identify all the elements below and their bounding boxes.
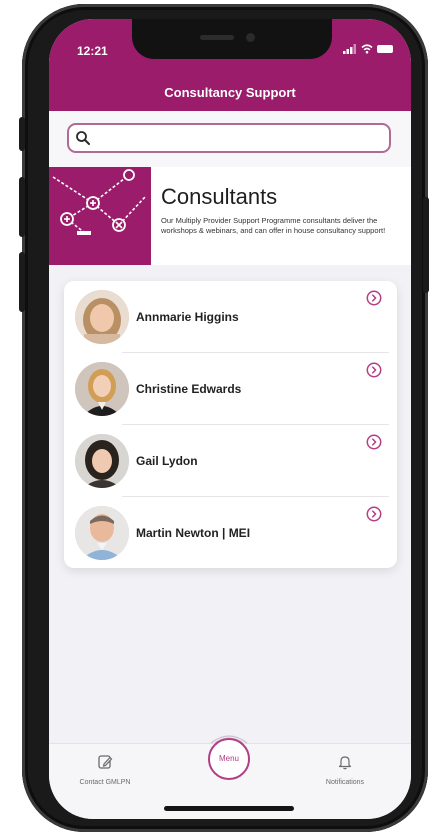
- notch-speaker: [200, 35, 234, 40]
- avatar: [75, 434, 129, 488]
- banner-description: Our Multiply Provider Support Programme …: [161, 216, 386, 235]
- avatar: [75, 362, 129, 416]
- status-time: 12:21: [77, 44, 108, 58]
- network-illustration: [52, 169, 146, 235]
- consultants-banner: Consultants Our Multiply Provider Suppor…: [49, 167, 411, 265]
- bell-icon: [338, 756, 352, 770]
- phone-volume-down: [19, 252, 25, 312]
- avatar: [75, 290, 129, 344]
- consultant-name: Martin Newton | MEI: [136, 526, 251, 540]
- consultant-list: Annmarie Higgins Christine Edwards Gail …: [64, 281, 397, 568]
- search-icon: [76, 131, 90, 145]
- app-screen: 12:21 Consultancy Support Consultants Ou…: [49, 19, 411, 819]
- list-item[interactable]: Christine Edwards: [64, 353, 397, 425]
- avatar: [75, 506, 129, 560]
- tab-contact-label: Contact GMLPN: [79, 779, 131, 786]
- search-box[interactable]: [67, 123, 391, 153]
- search-input[interactable]: [95, 129, 379, 151]
- list-item[interactable]: Martin Newton | MEI: [64, 497, 397, 569]
- phone-mute-switch: [19, 117, 25, 151]
- consultant-name: Christine Edwards: [136, 382, 242, 396]
- page-title: Consultancy Support: [164, 85, 296, 100]
- status-icons: [343, 44, 393, 54]
- phone-power-button: [423, 197, 429, 293]
- consultant-name: Annmarie Higgins: [136, 310, 239, 324]
- list-item[interactable]: Annmarie Higgins: [64, 281, 397, 353]
- phone-notch: [132, 19, 332, 59]
- tab-notifications[interactable]: Notifications: [313, 754, 377, 786]
- chevron-right-circle-icon[interactable]: [366, 290, 382, 306]
- list-item[interactable]: Gail Lydon: [64, 425, 397, 497]
- tab-notifications-label: Notifications: [325, 779, 365, 786]
- battery-icon: [377, 45, 393, 53]
- edit-icon: [98, 755, 113, 769]
- menu-button[interactable]: Menu: [208, 738, 250, 780]
- tab-contact[interactable]: Contact GMLPN: [73, 754, 137, 786]
- chevron-right-circle-icon[interactable]: [366, 362, 382, 378]
- front-camera: [246, 33, 255, 42]
- chevron-right-circle-icon[interactable]: [366, 434, 382, 450]
- signal-icon: [343, 44, 356, 54]
- app-header: 12:21 Consultancy Support: [49, 19, 411, 111]
- chevron-right-circle-icon[interactable]: [366, 506, 382, 522]
- banner-title: Consultants: [161, 184, 278, 209]
- consultant-name: Gail Lydon: [136, 454, 198, 468]
- search-area: [49, 111, 411, 167]
- phone-volume-up: [19, 177, 25, 237]
- home-indicator[interactable]: [164, 806, 294, 811]
- banner-graphic: [49, 167, 151, 265]
- wifi-icon: [361, 44, 373, 54]
